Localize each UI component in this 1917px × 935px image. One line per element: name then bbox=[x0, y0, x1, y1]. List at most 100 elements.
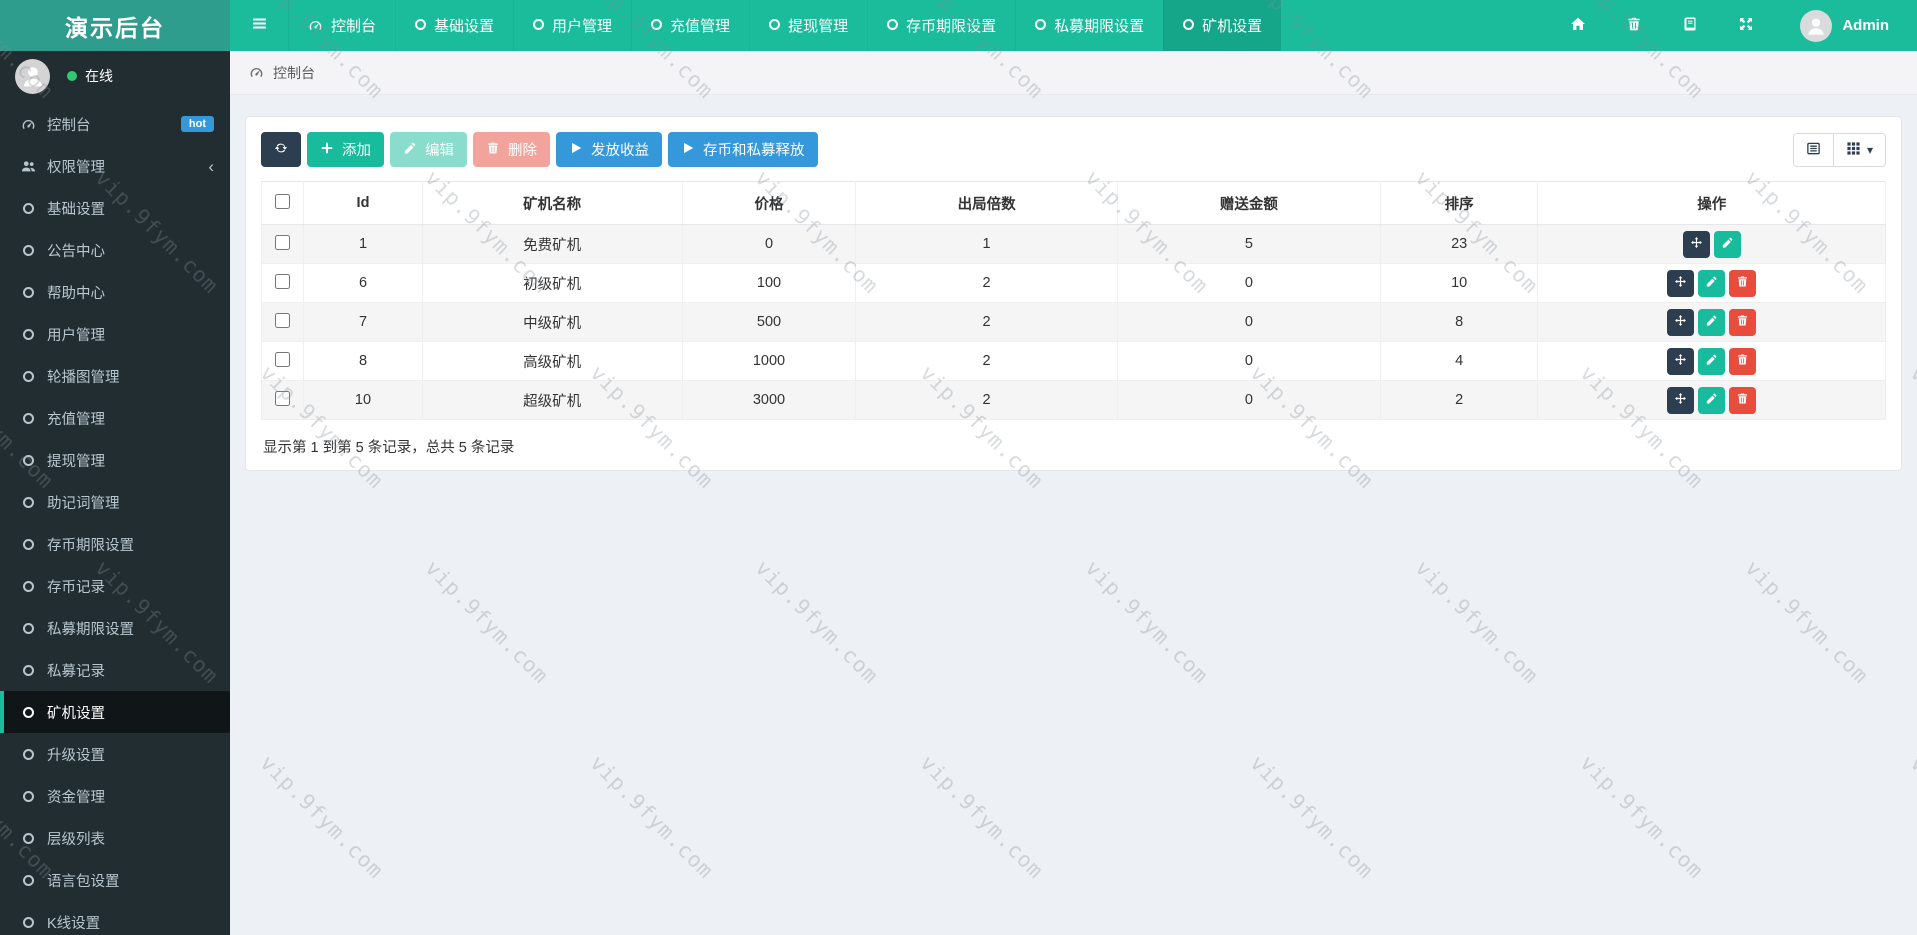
play-icon bbox=[681, 141, 695, 159]
move-icon bbox=[1674, 353, 1687, 369]
pencil-icon bbox=[1705, 275, 1718, 291]
move-row-button[interactable] bbox=[1682, 230, 1710, 258]
bonus-amount-cell: 0 bbox=[1116, 341, 1381, 381]
row-checkbox[interactable] bbox=[275, 390, 291, 406]
delete-row-button[interactable] bbox=[1729, 269, 1757, 297]
delete-row-button[interactable] bbox=[1729, 347, 1757, 375]
sidebar-item[interactable]: 权限管理 ‹ bbox=[0, 145, 230, 187]
sidebar-item[interactable]: 层级列表 bbox=[0, 817, 230, 859]
sidebar-item[interactable]: 存币记录 bbox=[0, 565, 230, 607]
table-head: Id 矿机名称 价格 出局倍数 赠送金额 排序 操作 bbox=[260, 181, 1886, 225]
row-checkbox[interactable] bbox=[275, 351, 291, 367]
sidebar-item[interactable]: 私募期限设置 bbox=[0, 607, 230, 649]
topnav-item[interactable]: 用户管理 bbox=[513, 0, 631, 51]
log-button[interactable] bbox=[1662, 0, 1718, 51]
select-all-checkbox[interactable] bbox=[275, 193, 291, 209]
circle-icon bbox=[20, 832, 36, 844]
refresh-button[interactable] bbox=[261, 132, 301, 167]
plus-icon bbox=[320, 141, 334, 159]
delete-row-button[interactable] bbox=[1729, 386, 1757, 414]
sort-order-cell: 4 bbox=[1379, 341, 1539, 381]
grant-earnings-button[interactable]: 发放收益 bbox=[556, 132, 662, 167]
move-row-button[interactable] bbox=[1667, 269, 1695, 297]
edit-row-button[interactable] bbox=[1698, 269, 1726, 297]
topnav-item[interactable]: 充值管理 bbox=[631, 0, 749, 51]
trash-button[interactable] bbox=[1606, 0, 1662, 51]
sidebar-item[interactable]: 提现管理 bbox=[0, 439, 230, 481]
edit-button[interactable]: 编辑 bbox=[390, 132, 467, 167]
sidebar-item[interactable]: 公告中心 bbox=[0, 229, 230, 271]
move-row-button[interactable] bbox=[1667, 308, 1695, 336]
edit-row-button[interactable] bbox=[1698, 347, 1726, 375]
topnav-item-label: 基础设置 bbox=[434, 18, 495, 35]
row-checkbox[interactable] bbox=[275, 312, 291, 328]
fullscreen-button[interactable] bbox=[1718, 0, 1774, 51]
sidebar-item-label: 轮播图管理 bbox=[47, 369, 120, 386]
edit-row-button[interactable] bbox=[1698, 386, 1726, 414]
sidebar-item[interactable]: 帮助中心 bbox=[0, 271, 230, 313]
price-cell: 1000 bbox=[681, 341, 857, 381]
move-icon bbox=[1690, 236, 1703, 252]
sidebar-toggle-button[interactable] bbox=[230, 0, 288, 51]
dashboard-icon bbox=[249, 65, 264, 80]
actions-cell bbox=[1537, 224, 1886, 264]
sidebar-item[interactable]: 充值管理 bbox=[0, 397, 230, 439]
sidebar-item[interactable]: 助记词管理 bbox=[0, 481, 230, 523]
online-status: 在线 bbox=[67, 66, 113, 86]
edit-row-button[interactable] bbox=[1698, 308, 1726, 336]
row-checkbox[interactable] bbox=[275, 273, 291, 289]
list-view-button[interactable] bbox=[1792, 132, 1833, 167]
add-button[interactable]: 添加 bbox=[307, 132, 384, 167]
move-row-button[interactable] bbox=[1667, 347, 1695, 375]
row-id-cell: 1 bbox=[303, 224, 423, 264]
sort-order-cell: 8 bbox=[1379, 302, 1539, 342]
topnav-item[interactable]: 存币期限设置 bbox=[867, 0, 1015, 51]
avatar bbox=[1800, 9, 1833, 42]
topnav-item[interactable]: 矿机设置 bbox=[1163, 0, 1282, 51]
topnav-items: 控制台 基础设置 用户管理 充值管理 提现管理 存币期限设置 私募期限设置 矿机设置 bbox=[288, 0, 1282, 51]
sidebar-item[interactable]: 资金管理 bbox=[0, 775, 230, 817]
sidebar-item[interactable]: 轮播图管理 bbox=[0, 355, 230, 397]
circle-icon bbox=[20, 496, 36, 508]
sidebar-item[interactable]: K线设置 bbox=[0, 901, 230, 935]
actions-cell bbox=[1537, 263, 1886, 303]
edit-row-button[interactable] bbox=[1713, 230, 1741, 258]
deposit-release-button[interactable]: 存币和私募释放 bbox=[668, 132, 818, 167]
column-header: Id bbox=[303, 181, 423, 225]
sidebar-item[interactable]: 基础设置 bbox=[0, 187, 230, 229]
person-icon bbox=[20, 63, 46, 94]
sidebar-item[interactable]: 存币期限设置 bbox=[0, 523, 230, 565]
sidebar-item[interactable]: 控制台 hot bbox=[0, 103, 230, 145]
column-header: 操作 bbox=[1537, 181, 1886, 225]
topnav-item[interactable]: 提现管理 bbox=[749, 0, 867, 51]
topnav-item[interactable]: 基础设置 bbox=[395, 0, 513, 51]
circle-icon bbox=[20, 748, 36, 760]
sidebar-item[interactable]: 升级设置 bbox=[0, 733, 230, 775]
user-menu[interactable]: Admin bbox=[1800, 9, 1889, 42]
sidebar-item[interactable]: 用户管理 bbox=[0, 313, 230, 355]
bonus-amount-cell: 5 bbox=[1116, 224, 1381, 264]
sidebar-item-label: 资金管理 bbox=[47, 789, 105, 806]
delete-button[interactable]: 删除 bbox=[473, 132, 550, 167]
sidebar-item[interactable]: 矿机设置 bbox=[0, 691, 230, 733]
topnav-item-label: 矿机设置 bbox=[1202, 18, 1263, 35]
add-button-label: 添加 bbox=[342, 143, 371, 159]
users-icon bbox=[20, 159, 36, 174]
edit-button-label: 编辑 bbox=[425, 143, 454, 159]
move-row-button[interactable] bbox=[1667, 386, 1695, 414]
circle-icon bbox=[20, 202, 36, 214]
row-checkbox[interactable] bbox=[275, 234, 291, 250]
column-header: 价格 bbox=[681, 181, 857, 225]
topnav-item[interactable]: 私募期限设置 bbox=[1015, 0, 1163, 51]
circle-icon bbox=[533, 17, 545, 34]
miner-name-cell: 超级矿机 bbox=[421, 380, 683, 420]
sidebar-item[interactable]: 语言包设置 bbox=[0, 859, 230, 901]
grid-view-button[interactable]: ▾ bbox=[1832, 132, 1886, 167]
circle-icon bbox=[20, 916, 36, 928]
column-header: 矿机名称 bbox=[421, 181, 683, 225]
delete-row-button[interactable] bbox=[1729, 308, 1757, 336]
sidebar-item[interactable]: 私募记录 bbox=[0, 649, 230, 691]
topnav-item[interactable]: 控制台 bbox=[288, 0, 395, 51]
home-button[interactable] bbox=[1550, 0, 1606, 51]
move-icon bbox=[1674, 275, 1687, 291]
